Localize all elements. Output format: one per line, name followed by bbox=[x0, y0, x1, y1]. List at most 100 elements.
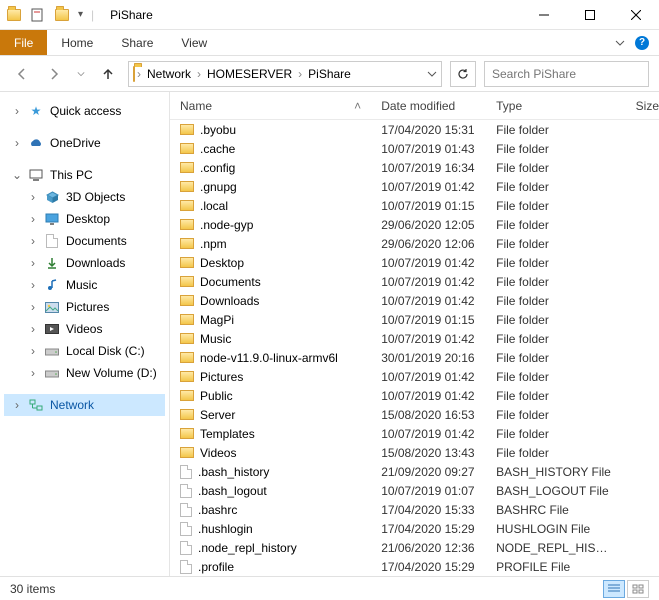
file-rows[interactable]: .byobu17/04/2020 15:31File folder.cache1… bbox=[170, 120, 659, 576]
file-name: node-v11.9.0-linux-armv6l bbox=[200, 351, 338, 365]
file-date: 21/06/2020 12:36 bbox=[381, 541, 496, 555]
list-item[interactable]: .byobu17/04/2020 15:31File folder bbox=[170, 120, 659, 139]
tab-file[interactable]: File bbox=[0, 30, 47, 55]
tree-documents[interactable]: ›Documents bbox=[4, 230, 165, 252]
folder-icon bbox=[180, 333, 194, 344]
chevron-right-icon[interactable]: › bbox=[298, 67, 302, 81]
tree-label: Documents bbox=[66, 234, 127, 248]
tree-network[interactable]: › Network bbox=[4, 394, 165, 416]
tree-pictures[interactable]: ›Pictures bbox=[4, 296, 165, 318]
tree-label: Pictures bbox=[66, 300, 109, 314]
column-name[interactable]: Name˄ bbox=[180, 99, 381, 113]
list-item[interactable]: .cache10/07/2019 01:43File folder bbox=[170, 139, 659, 158]
tree-videos[interactable]: ›Videos bbox=[4, 318, 165, 340]
file-name: .cache bbox=[200, 142, 235, 156]
chevron-right-icon[interactable]: › bbox=[12, 398, 22, 412]
file-name: Downloads bbox=[200, 294, 259, 308]
file-icon bbox=[180, 522, 192, 536]
list-item[interactable]: Templates10/07/2019 01:42File folder bbox=[170, 424, 659, 443]
maximize-button[interactable] bbox=[567, 0, 613, 30]
refresh-button[interactable] bbox=[450, 61, 476, 87]
list-item[interactable]: node-v11.9.0-linux-armv6l30/01/2019 20:1… bbox=[170, 348, 659, 367]
file-name: .node-gyp bbox=[200, 218, 253, 232]
tree-3d-objects[interactable]: ›3D Objects bbox=[4, 186, 165, 208]
file-date: 17/04/2020 15:29 bbox=[381, 560, 496, 574]
list-item[interactable]: Videos15/08/2020 13:43File folder bbox=[170, 443, 659, 462]
tree-quick-access[interactable]: › ★ Quick access bbox=[4, 100, 165, 122]
qat-properties-icon[interactable] bbox=[30, 7, 46, 23]
close-button[interactable] bbox=[613, 0, 659, 30]
list-item[interactable]: Pictures10/07/2019 01:42File folder bbox=[170, 367, 659, 386]
forward-button[interactable] bbox=[42, 62, 66, 86]
search-field[interactable] bbox=[492, 67, 647, 81]
breadcrumb-seg-2[interactable]: PiShare bbox=[304, 67, 355, 81]
tree-desktop[interactable]: ›Desktop bbox=[4, 208, 165, 230]
breadcrumb-seg-1[interactable]: HOMESERVER bbox=[203, 67, 296, 81]
file-name: .config bbox=[200, 161, 235, 175]
list-item[interactable]: .npm29/06/2020 12:06File folder bbox=[170, 234, 659, 253]
list-item[interactable]: Downloads10/07/2019 01:42File folder bbox=[170, 291, 659, 310]
chevron-down-icon[interactable]: ⌄ bbox=[12, 168, 22, 182]
file-icon bbox=[180, 560, 192, 574]
file-name: .node_repl_history bbox=[198, 541, 297, 555]
sort-indicator-icon: ˄ bbox=[354, 99, 361, 113]
file-name: Templates bbox=[200, 427, 255, 441]
qat-overflow-icon[interactable]: ▾ bbox=[78, 9, 83, 20]
file-type: BASH_HISTORY File bbox=[496, 465, 611, 479]
list-item[interactable]: .local10/07/2019 01:15File folder bbox=[170, 196, 659, 215]
list-item[interactable]: .bashrc17/04/2020 15:33BASHRC File bbox=[170, 500, 659, 519]
tree-music[interactable]: ›Music bbox=[4, 274, 165, 296]
chevron-right-icon[interactable]: › bbox=[12, 104, 22, 118]
breadcrumb-seg-0[interactable]: Network bbox=[143, 67, 195, 81]
column-date[interactable]: Date modified bbox=[381, 99, 496, 113]
tree-label: 3D Objects bbox=[66, 190, 125, 204]
tree-downloads[interactable]: ›Downloads bbox=[4, 252, 165, 274]
column-type[interactable]: Type bbox=[496, 99, 611, 113]
search-input[interactable] bbox=[484, 61, 649, 87]
minimize-button[interactable] bbox=[521, 0, 567, 30]
chevron-right-icon[interactable]: › bbox=[137, 67, 141, 81]
list-item[interactable]: Server15/08/2020 16:53File folder bbox=[170, 405, 659, 424]
list-item[interactable]: .config10/07/2019 16:34File folder bbox=[170, 158, 659, 177]
folder-icon bbox=[180, 219, 194, 230]
back-button[interactable] bbox=[10, 62, 34, 86]
view-details-button[interactable] bbox=[603, 580, 625, 598]
list-item[interactable]: .gnupg10/07/2019 01:42File folder bbox=[170, 177, 659, 196]
tree-label: Local Disk (C:) bbox=[66, 344, 145, 358]
file-name: Desktop bbox=[200, 256, 244, 270]
column-headers: Name˄ Date modified Type Size bbox=[170, 92, 659, 120]
chevron-right-icon[interactable]: › bbox=[12, 136, 22, 150]
quick-access-toolbar: ▾ | PiShare bbox=[0, 7, 153, 23]
ribbon-expand-icon[interactable] bbox=[615, 38, 625, 48]
help-icon[interactable]: ? bbox=[635, 36, 649, 50]
recent-locations-button[interactable] bbox=[74, 62, 88, 86]
list-item[interactable]: .hushlogin17/04/2020 15:29HUSHLOGIN File bbox=[170, 519, 659, 538]
tree-local-disk[interactable]: ›Local Disk (C:) bbox=[4, 340, 165, 362]
breadcrumb-dropdown[interactable] bbox=[427, 69, 437, 79]
tree-this-pc[interactable]: ⌄ This PC bbox=[4, 164, 165, 186]
list-item[interactable]: Desktop10/07/2019 01:42File folder bbox=[170, 253, 659, 272]
file-type: File folder bbox=[496, 351, 611, 365]
breadcrumb[interactable]: › Network › HOMESERVER › PiShare bbox=[128, 61, 442, 87]
file-type: File folder bbox=[496, 275, 611, 289]
view-large-icons-button[interactable] bbox=[627, 580, 649, 598]
tab-view[interactable]: View bbox=[167, 30, 221, 55]
list-item[interactable]: .node_repl_history21/06/2020 12:36NODE_R… bbox=[170, 538, 659, 557]
list-item[interactable]: .profile17/04/2020 15:29PROFILE File bbox=[170, 557, 659, 576]
list-item[interactable]: .bash_logout10/07/2019 01:07BASH_LOGOUT … bbox=[170, 481, 659, 500]
window-controls bbox=[521, 0, 659, 30]
up-button[interactable] bbox=[96, 62, 120, 86]
list-item[interactable]: Music10/07/2019 01:42File folder bbox=[170, 329, 659, 348]
list-item[interactable]: .node-gyp29/06/2020 12:05File folder bbox=[170, 215, 659, 234]
tree-new-volume[interactable]: ›New Volume (D:) bbox=[4, 362, 165, 384]
column-size[interactable]: Size bbox=[611, 99, 659, 113]
chevron-right-icon[interactable]: › bbox=[197, 67, 201, 81]
file-date: 10/07/2019 01:07 bbox=[381, 484, 496, 498]
list-item[interactable]: Documents10/07/2019 01:42File folder bbox=[170, 272, 659, 291]
list-item[interactable]: Public10/07/2019 01:42File folder bbox=[170, 386, 659, 405]
tab-share[interactable]: Share bbox=[107, 30, 167, 55]
list-item[interactable]: MagPi10/07/2019 01:15File folder bbox=[170, 310, 659, 329]
list-item[interactable]: .bash_history21/09/2020 09:27BASH_HISTOR… bbox=[170, 462, 659, 481]
tree-onedrive[interactable]: › OneDrive bbox=[4, 132, 165, 154]
tab-home[interactable]: Home bbox=[47, 30, 107, 55]
